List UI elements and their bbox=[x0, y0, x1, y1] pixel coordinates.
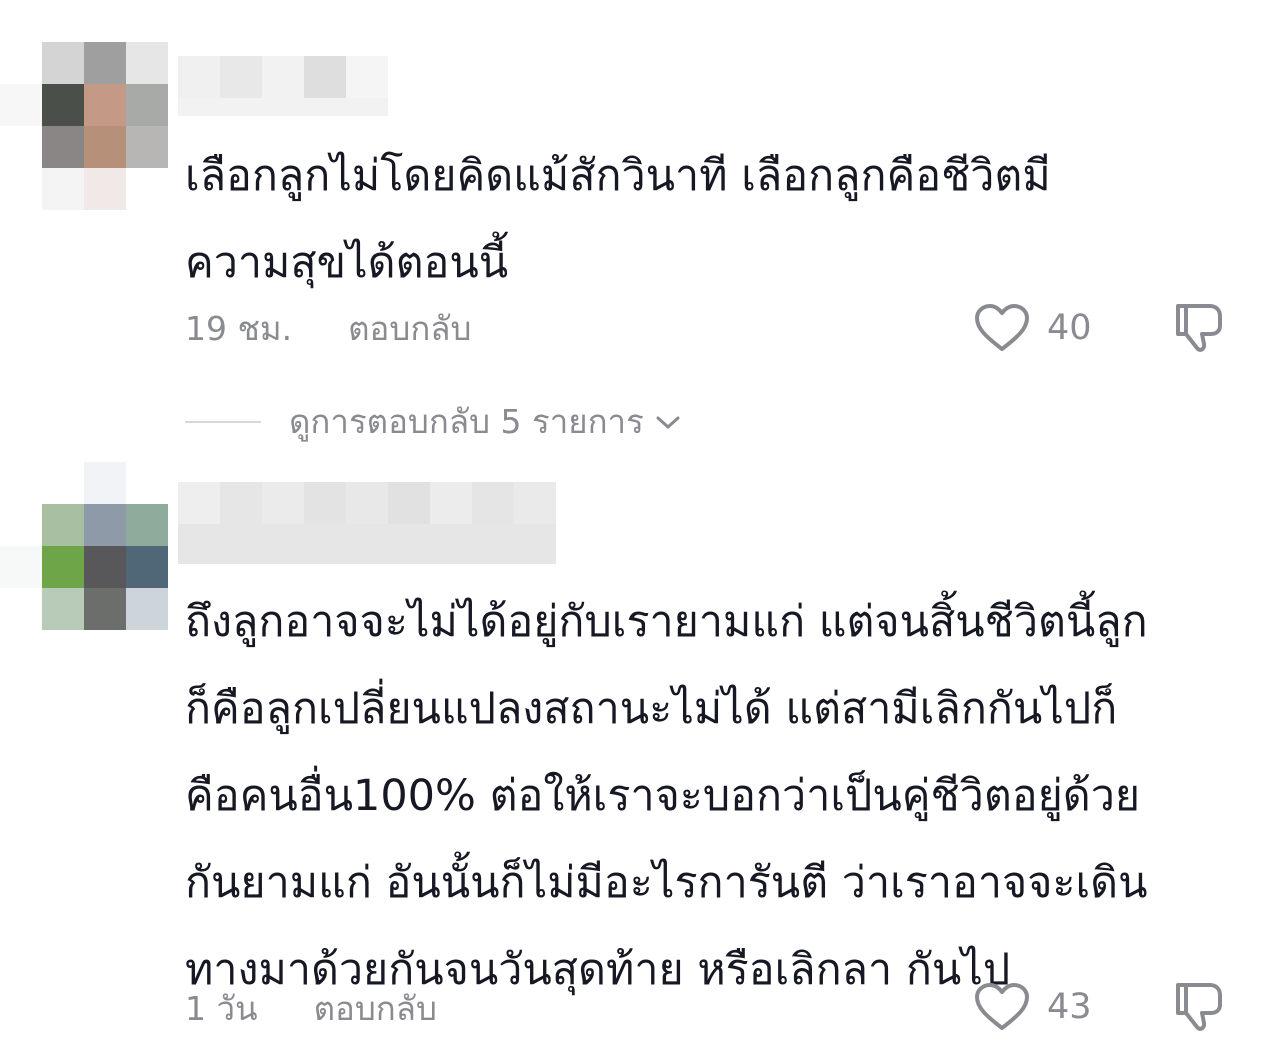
comment-line: ก็คือลูกเปลี่ยนแปลงสถานะไม่ได้ แต่สามีเล… bbox=[185, 684, 1118, 734]
comment-line: ความสุขได้ตอนนี้ bbox=[185, 238, 509, 288]
like-button[interactable]: 43 bbox=[973, 982, 1092, 1032]
avatar-pixel bbox=[126, 588, 168, 630]
dislike-button[interactable] bbox=[1170, 298, 1228, 354]
like-count: 40 bbox=[1047, 308, 1092, 348]
username-pixel bbox=[430, 482, 472, 524]
avatar-pixel bbox=[84, 126, 126, 168]
avatar-pixel bbox=[126, 546, 168, 588]
comment-line: กันยามแก่ อันนั้นก็ไม่มีอะไรการันตี ว่าเ… bbox=[185, 858, 1148, 908]
username-blur-row bbox=[178, 524, 556, 564]
username-pixel bbox=[472, 482, 514, 524]
username-pixel bbox=[178, 482, 220, 524]
username-pixel bbox=[514, 482, 556, 524]
reply-button[interactable]: ตอบกลับ bbox=[314, 982, 437, 1035]
avatar-pixel bbox=[42, 126, 84, 168]
dislike-button[interactable] bbox=[1170, 977, 1228, 1033]
thumbs-down-icon bbox=[1176, 304, 1222, 352]
comment-line: เลือกลูกไม่โดยคิดแม้สักวินาที เลือกลูกคื… bbox=[185, 151, 1051, 201]
avatar[interactable] bbox=[42, 504, 168, 630]
avatar-pixel bbox=[126, 126, 168, 168]
view-replies-label: ดูการตอบกลับ 5 รายการ bbox=[289, 402, 644, 441]
avatar-fringe bbox=[0, 546, 42, 588]
comment-line: คือคนอื่น100% ต่อให้เราจะบอกว่าเป็นคู่ชี… bbox=[185, 771, 1141, 821]
avatar-pixel bbox=[42, 546, 84, 588]
avatar-fringe bbox=[42, 168, 84, 210]
like-count: 43 bbox=[1047, 987, 1092, 1027]
username-blur-row bbox=[178, 98, 388, 116]
username-pixel bbox=[304, 56, 346, 98]
avatar-fringe bbox=[0, 84, 42, 126]
avatar-pixel bbox=[42, 504, 84, 546]
avatar-fringe bbox=[84, 462, 126, 504]
avatar[interactable] bbox=[42, 42, 168, 168]
avatar-pixel bbox=[126, 42, 168, 84]
divider-line bbox=[185, 420, 261, 423]
username-pixel bbox=[388, 482, 430, 524]
comment-meta: 19 ชม. ตอบกลับ bbox=[185, 305, 471, 351]
comment-text: เลือกลูกไม่โดยคิดแม้สักวินาที เลือกลูกคื… bbox=[185, 133, 1240, 307]
comment-meta: 1 วัน ตอบกลับ bbox=[185, 985, 437, 1031]
view-replies-button[interactable]: ดูการตอบกลับ 5 รายการ bbox=[185, 395, 684, 448]
username-pixel bbox=[178, 56, 220, 98]
username-blurred[interactable] bbox=[178, 56, 388, 98]
username-pixel bbox=[346, 482, 388, 524]
avatar-pixel bbox=[42, 84, 84, 126]
avatar-fringe bbox=[84, 168, 126, 210]
heart-icon bbox=[975, 983, 1029, 1030]
avatar-pixel bbox=[126, 84, 168, 126]
comment-text: ถึงลูกอาจจะไม่ได้อยู่กับเรายามแก่ แต่จนส… bbox=[185, 579, 1240, 1014]
chevron-down-icon bbox=[656, 416, 680, 428]
comment-timestamp: 19 ชม. bbox=[185, 308, 293, 348]
avatar-pixel bbox=[84, 588, 126, 630]
avatar-pixel bbox=[84, 84, 126, 126]
username-blurred[interactable] bbox=[178, 482, 556, 524]
heart-icon bbox=[975, 304, 1029, 351]
username-pixel bbox=[220, 56, 262, 98]
comment-line: ถึงลูกอาจจะไม่ได้อยู่กับเรายามแก่ แต่จนส… bbox=[185, 597, 1148, 647]
avatar-pixel bbox=[84, 42, 126, 84]
like-button[interactable]: 40 bbox=[973, 303, 1092, 353]
avatar-pixel bbox=[84, 504, 126, 546]
username-pixel bbox=[220, 482, 262, 524]
avatar-pixel bbox=[126, 504, 168, 546]
thumbs-down-icon bbox=[1176, 983, 1222, 1031]
username-pixel bbox=[346, 56, 388, 98]
comment-timestamp: 1 วัน bbox=[185, 988, 258, 1028]
reply-button[interactable]: ตอบกลับ bbox=[348, 302, 471, 355]
avatar-pixel bbox=[42, 588, 84, 630]
username-pixel bbox=[262, 482, 304, 524]
avatar-pixel bbox=[42, 42, 84, 84]
username-pixel bbox=[304, 482, 346, 524]
username-pixel bbox=[262, 56, 304, 98]
avatar-pixel bbox=[84, 546, 126, 588]
